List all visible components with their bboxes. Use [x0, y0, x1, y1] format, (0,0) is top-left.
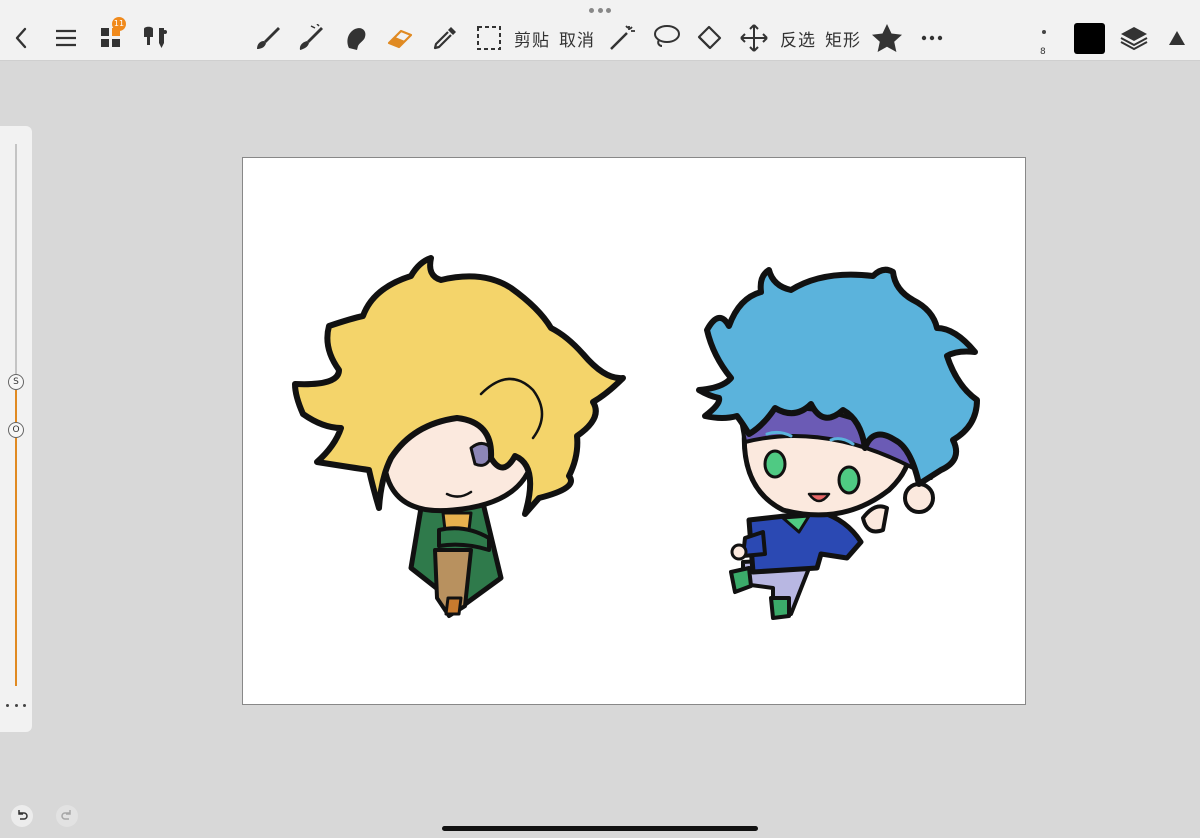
invert-selection-button[interactable]: 反选 [780, 26, 816, 51]
brush-icon[interactable] [252, 18, 282, 58]
toolbar-grabber[interactable] [589, 8, 611, 14]
lasso-icon[interactable] [650, 18, 682, 58]
eraser-icon[interactable] [384, 18, 416, 58]
redo-icon [61, 810, 71, 820]
magic-wand-icon[interactable] [606, 18, 636, 58]
paint-icon[interactable] [296, 18, 326, 58]
cancel-button[interactable]: 取消 [559, 26, 595, 51]
opacity-slider-fill[interactable] [15, 430, 17, 686]
undo-icon [18, 810, 28, 820]
star-icon[interactable] [870, 18, 904, 58]
move-icon[interactable] [738, 18, 770, 58]
back-icon[interactable] [10, 18, 32, 58]
blue-hair-chibi-character [696, 266, 980, 620]
eyedropper-icon[interactable] [430, 18, 460, 58]
layers-icon[interactable] [1118, 18, 1150, 58]
smudge-icon[interactable] [340, 18, 370, 58]
redo-button[interactable] [56, 805, 78, 827]
opacity-slider-knob[interactable]: O [8, 422, 24, 438]
select-icon[interactable] [474, 18, 504, 58]
expand-icon[interactable] [1166, 18, 1188, 58]
brush-size-preview[interactable] [1042, 30, 1046, 34]
more-icon[interactable] [920, 18, 944, 58]
color-swatch[interactable] [1074, 23, 1105, 54]
side-slider-panel: S O [0, 126, 32, 732]
gallery-badge: 11 [112, 17, 126, 31]
side-more-icon[interactable] [6, 704, 26, 714]
brush-library-icon[interactable] [140, 18, 170, 58]
size-slider-knob[interactable]: S [8, 374, 24, 390]
home-indicator [442, 826, 758, 831]
undo-button[interactable] [11, 805, 33, 827]
rectangle-select-button[interactable]: 矩形 [825, 26, 861, 51]
brush-size-value: 8 [1040, 47, 1046, 57]
cut-button[interactable]: 剪贴 [514, 26, 550, 51]
top-toolbar: 11 剪贴 取消 反选 矩形 8 [0, 0, 1200, 61]
drawing-canvas[interactable] [242, 157, 1026, 705]
menu-icon[interactable] [54, 18, 78, 58]
blonde-chibi-character [292, 255, 626, 618]
fill-icon[interactable] [694, 18, 726, 58]
